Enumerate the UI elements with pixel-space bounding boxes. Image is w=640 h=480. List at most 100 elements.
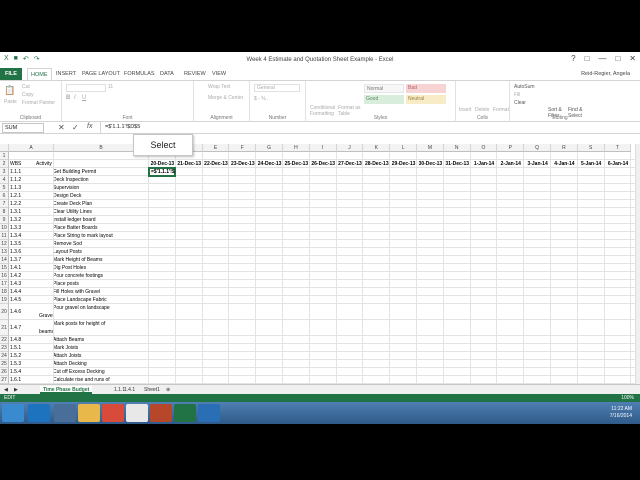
paste-icon[interactable]: 📋	[4, 85, 15, 96]
tab-review[interactable]: REVIEW	[184, 71, 206, 77]
wbs-cell[interactable]: 1.6.1	[10, 377, 53, 383]
wbs-cell[interactable]: 1.5.2	[10, 353, 53, 359]
row-header[interactable]: 18	[0, 288, 9, 296]
chrome-icon[interactable]	[126, 404, 148, 422]
activity-cell[interactable]: Cut off Excess Decking	[53, 369, 168, 375]
row-header[interactable]: 17	[0, 280, 9, 288]
row-header[interactable]: 25	[0, 360, 9, 368]
activity-cell[interactable]: Remove Sod	[53, 241, 168, 247]
sheet-tab-1-4-1[interactable]: 1.4.1	[124, 386, 135, 394]
enter-icon[interactable]: ✓	[72, 123, 79, 132]
column-header-p[interactable]: P	[497, 144, 525, 152]
format-painter-button[interactable]: Format Painter	[22, 100, 55, 106]
column-header-a[interactable]: A	[9, 144, 54, 152]
style-normal[interactable]: Normal	[364, 84, 404, 93]
wbs-cell[interactable]: 1.1.2	[10, 177, 53, 183]
row-header[interactable]: 7	[0, 200, 9, 208]
column-header-i[interactable]: I	[309, 144, 337, 152]
close-icon[interactable]: ✕	[629, 54, 636, 63]
column-header-f[interactable]: F	[229, 144, 257, 152]
row-header[interactable]: 19	[0, 296, 9, 304]
column-header-e[interactable]: E	[202, 144, 230, 152]
date-header[interactable]: 5-Jan-14	[578, 161, 605, 167]
row-header[interactable]: 4	[0, 176, 9, 184]
powerpoint-icon[interactable]	[150, 404, 172, 422]
tab-page-layout[interactable]: PAGE LAYOUT	[82, 71, 120, 77]
activity-cell[interactable]: Layout Posts	[53, 249, 168, 255]
activity-cell[interactable]: Install ledger board	[53, 217, 168, 223]
cancel-icon[interactable]: ✕	[58, 123, 65, 132]
wbs-cell[interactable]: 1.3.4	[10, 233, 53, 239]
column-header-o[interactable]: O	[470, 144, 498, 152]
date-header[interactable]: 29-Dec-13	[390, 161, 417, 167]
date-header[interactable]: 23-Dec-13	[229, 161, 256, 167]
camtasia-icon[interactable]	[198, 404, 220, 422]
clear-button[interactable]: Clear	[514, 100, 526, 106]
row-header[interactable]: 10	[0, 224, 9, 232]
row-header[interactable]: 9	[0, 216, 9, 224]
paste-button[interactable]: Paste	[4, 99, 17, 105]
activity-cell[interactable]: Pour gravel on landscape	[53, 305, 168, 311]
fill-button[interactable]: Fill	[514, 92, 520, 98]
clock[interactable]: 11:22 AM 7/16/2014	[610, 406, 632, 420]
date-header[interactable]: 24-Dec-13	[256, 161, 283, 167]
row-header[interactable]: 15	[0, 264, 9, 272]
wbs-cell[interactable]: 1.3.1	[10, 209, 53, 215]
wbs-cell[interactable]: 1.2.2	[10, 201, 53, 207]
activity-cell[interactable]: Fill Holes with Gravel	[53, 289, 168, 295]
row-header[interactable]: 2	[0, 160, 9, 168]
wbs-cell[interactable]: 1.3.3	[10, 225, 53, 231]
activity-cell[interactable]: Place Landscape Fabric	[53, 297, 168, 303]
wbs-cell[interactable]: 1.5.1	[10, 345, 53, 351]
column-header-r[interactable]: R	[551, 144, 578, 152]
number-symbols[interactable]: $ - % ,	[254, 96, 268, 102]
activity-cell[interactable]: Place posts	[53, 281, 168, 287]
activity-cell[interactable]: Calculate rise and runs of	[53, 377, 168, 383]
new-sheet-icon[interactable]: ⊕	[166, 386, 170, 394]
sheet-nav-prev-icon[interactable]: ◀	[4, 386, 8, 394]
activity-cell[interactable]: Dig Post Holes	[53, 265, 168, 271]
date-header[interactable]: 3-Jan-14	[524, 161, 551, 167]
row-header[interactable]: 5	[0, 184, 9, 192]
wbs-cell[interactable]: 1.3.6	[10, 249, 53, 255]
sheet-tab-sheet1[interactable]: Sheet1	[144, 386, 160, 394]
activity-cell[interactable]: Deck Inspection	[53, 177, 168, 183]
vertical-scrollbar[interactable]	[635, 144, 640, 384]
delete-cells-button[interactable]: Delete	[475, 107, 489, 113]
row-header[interactable]: 11	[0, 232, 9, 240]
date-header[interactable]: 27-Dec-13	[337, 161, 364, 167]
tab-insert[interactable]: INSERT	[56, 71, 76, 77]
row-header[interactable]: 13	[0, 248, 9, 256]
row-header[interactable]: 27	[0, 376, 9, 384]
copy-button[interactable]: Copy	[22, 92, 34, 98]
wbs-cell[interactable]: 1.4.3	[10, 281, 53, 287]
style-neutral[interactable]: Neutral	[406, 95, 446, 104]
cut-button[interactable]: Cut	[22, 84, 30, 90]
row-header[interactable]: 1	[0, 152, 9, 160]
file-explorer-icon[interactable]	[78, 404, 100, 422]
format-cells-button[interactable]: Format	[493, 107, 509, 113]
row-header[interactable]: 12	[0, 240, 9, 248]
date-header[interactable]: 4-Jan-14	[551, 161, 578, 167]
activity-cell[interactable]: Create Deck Plan	[53, 201, 168, 207]
column-header-n[interactable]: N	[443, 144, 471, 152]
column-header-t[interactable]: T	[604, 144, 632, 152]
wbs-cell[interactable]: 1.5.4	[10, 369, 53, 375]
tab-data[interactable]: DATA	[160, 71, 174, 77]
insert-cells-button[interactable]: Insert	[459, 107, 472, 113]
row-header[interactable]: 23	[0, 344, 9, 352]
row-header[interactable]: 21	[0, 320, 9, 336]
row-header[interactable]: 24	[0, 352, 9, 360]
row-header[interactable]: 6	[0, 192, 9, 200]
start-icon[interactable]	[2, 404, 24, 422]
column-header-q[interactable]: Q	[524, 144, 551, 152]
autosum-button[interactable]: AutoSum	[514, 84, 535, 90]
activity-cell[interactable]: Place Batter Boards	[53, 225, 168, 231]
column-header-s[interactable]: S	[577, 144, 605, 152]
date-header[interactable]: 22-Dec-13	[203, 161, 230, 167]
help-icon[interactable]: ?	[571, 54, 575, 63]
column-header-g[interactable]: G	[256, 144, 283, 152]
row-header[interactable]: 8	[0, 208, 9, 216]
sheet-nav-next-icon[interactable]: ▶	[14, 386, 18, 394]
row-header[interactable]: 26	[0, 368, 9, 376]
